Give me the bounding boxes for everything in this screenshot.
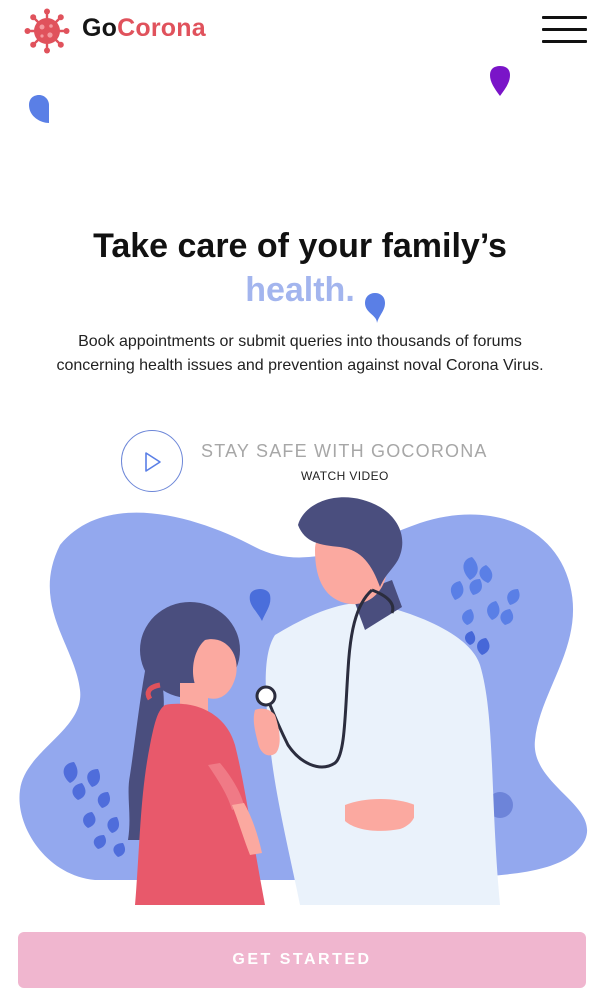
blue-drop-decoration xyxy=(29,95,49,123)
menu-bar xyxy=(542,28,587,31)
get-started-button[interactable]: GET STARTED xyxy=(18,932,586,988)
blue-drop-decoration xyxy=(365,293,385,323)
hero-highlight: health. xyxy=(245,271,355,309)
hero-description: Book appointments or submit queries into… xyxy=(56,333,544,374)
menu-bar xyxy=(542,40,587,43)
doctor-patient-illustration xyxy=(19,497,588,905)
virus-icon[interactable] xyxy=(24,8,70,54)
brand-prefix: Go xyxy=(82,14,118,42)
play-icon xyxy=(145,452,161,472)
watch-video-link[interactable]: WATCH VIDEO xyxy=(301,469,389,483)
brand-name[interactable]: GoCorona xyxy=(82,14,206,43)
video-title: STAY SAFE WITH GOCORONA xyxy=(201,441,488,461)
header: GoCorona xyxy=(0,0,600,64)
menu-bar xyxy=(542,16,587,19)
purple-drop-decoration xyxy=(490,66,510,96)
brand-suffix: Corona xyxy=(117,14,206,42)
play-video-button[interactable] xyxy=(121,430,183,492)
hamburger-menu-icon[interactable] xyxy=(542,16,587,44)
hero-headline: Take care of your family’s xyxy=(93,227,507,265)
